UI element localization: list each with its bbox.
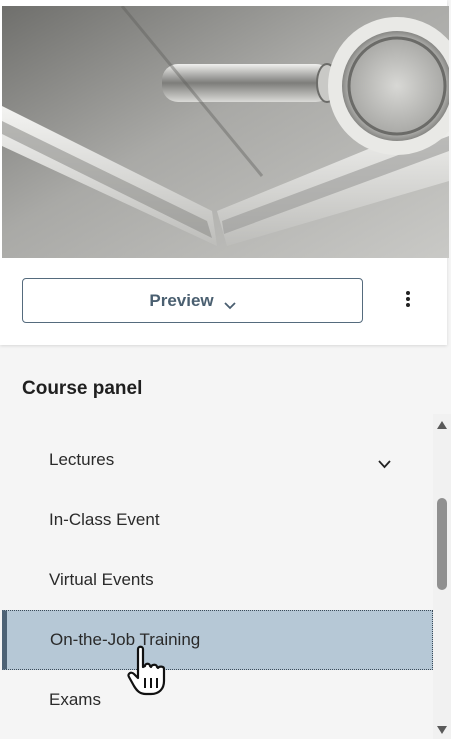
scroll-down-arrow-icon[interactable] [433,721,451,739]
preview-button-label: Preview [149,290,214,310]
course-panel-list: Lectures In-Class Event Virtual Events O… [0,430,433,739]
list-item-exams[interactable]: Exams [2,670,433,730]
list-item-in-class-event[interactable]: In-Class Event [2,490,433,550]
course-card: Preview [0,0,449,345]
scrollbar[interactable] [433,414,451,739]
more-options-button[interactable] [395,287,421,315]
list-item-label: Virtual Events [49,570,154,589]
list-item-label: Exams [49,690,101,709]
list-item-lectures[interactable]: Lectures [2,430,433,490]
course-image [2,6,449,258]
preview-button[interactable]: Preview [22,278,363,323]
list-item-label: In-Class Event [49,510,160,529]
scroll-up-arrow-icon[interactable] [433,416,451,434]
panel-title: Course panel [22,378,143,399]
list-item-on-the-job-training[interactable]: On-the-Job Training [2,610,433,670]
course-page: Preview Course panel Lectures In-Class E… [0,0,451,739]
list-item-virtual-events[interactable]: Virtual Events [2,550,433,610]
chevron-down-icon[interactable] [378,454,391,469]
more-vertical-icon [405,290,411,313]
list-item-label: Lectures [49,450,115,469]
chevron-down-icon [223,297,236,309]
list-item-label: On-the-Job Training [50,630,201,649]
scrollbar-thumb[interactable] [437,498,447,590]
